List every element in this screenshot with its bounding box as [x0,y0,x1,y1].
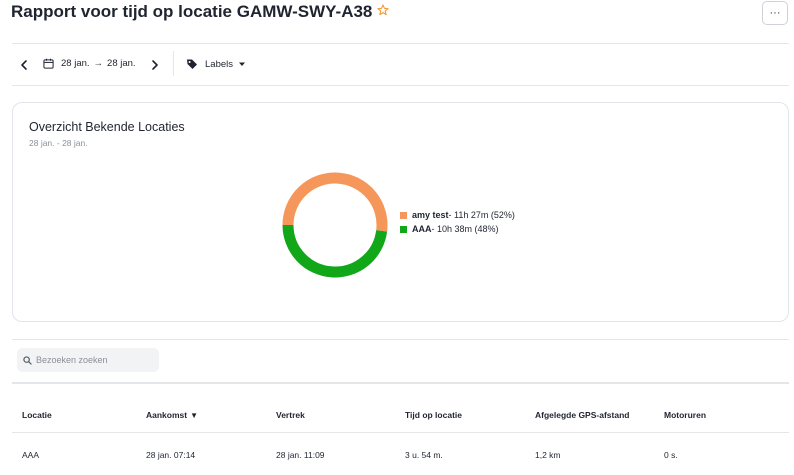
labels-dropdown[interactable]: Labels [186,57,246,71]
toolbar-divider [12,85,789,86]
tag-icon [187,59,197,69]
column-header-locatie[interactable]: Locatie [22,410,52,420]
date-to: 28 jan. [107,58,136,69]
cell-aankomst: 28 jan. 07:14 [146,450,196,460]
search-field[interactable] [17,348,159,372]
column-header-tijd[interactable]: Tijd op locatie [405,410,462,420]
card-title: Overzicht Bekende Locaties [29,120,185,134]
favorite-star-icon[interactable] [377,3,389,21]
legend-detail: - 11h 27m (52%) [448,210,515,220]
donut-slice-aaa[interactable] [282,224,388,278]
column-header-aankomst[interactable]: Aankomst ▼ [146,410,198,420]
legend-name: AAA [412,224,432,234]
toolbar-separator [173,51,174,76]
more-options-button[interactable]: ··· [762,1,788,25]
legend-item[interactable]: amy test - 11h 27m (52%) [400,208,515,222]
legend-swatch [400,211,407,219]
prev-date-button[interactable] [19,58,29,76]
chart-legend: amy test - 11h 27m (52%) AAA - 10h 38m (… [400,208,515,236]
more-icon: ··· [769,7,781,19]
card-divider [12,339,789,340]
chevron-left-icon [21,60,27,70]
column-header-vertrek[interactable]: Vertrek [276,410,305,420]
column-header-afstand[interactable]: Afgelegde GPS-afstand [535,410,629,420]
legend-swatch [400,225,407,233]
table-header-divider [12,432,789,433]
donut-slice-amy-test[interactable] [282,172,388,232]
cell-motoruren: 0 s. [664,450,678,460]
cell-vertrek: 28 jan. 11:09 [276,450,325,460]
legend-item[interactable]: AAA - 10h 38m (48%) [400,222,515,236]
cell-tijd: 3 u. 54 m. [405,450,443,460]
date-arrow: → [93,58,104,69]
sort-desc-icon: ▼ [190,410,199,420]
legend-detail: - 10h 38m (48%) [431,224,499,234]
column-header-label: Aankomst [146,410,188,420]
table-top-divider [12,382,789,384]
calendar-icon [43,58,54,69]
header-divider [12,43,789,44]
caret-down-icon [239,62,245,66]
search-input[interactable] [36,355,151,365]
next-date-button[interactable] [150,58,160,76]
donut-chart [282,172,388,278]
legend-name: amy test [412,210,449,220]
search-icon [23,355,32,365]
column-header-motoruren[interactable]: Motoruren [664,410,706,420]
date-from: 28 jan. [61,58,90,69]
date-range-picker[interactable]: 28 jan. → 28 jan. [43,56,136,71]
cell-locatie: AAA [22,450,40,460]
page-title: Rapport voor tijd op locatie GAMW-SWY-A3… [11,2,373,21]
labels-label: Labels [205,58,233,70]
card-subtitle: 28 jan. - 28 jan. [29,138,88,148]
cell-afstand: 1,2 km [535,450,561,460]
chevron-right-icon [152,60,158,70]
